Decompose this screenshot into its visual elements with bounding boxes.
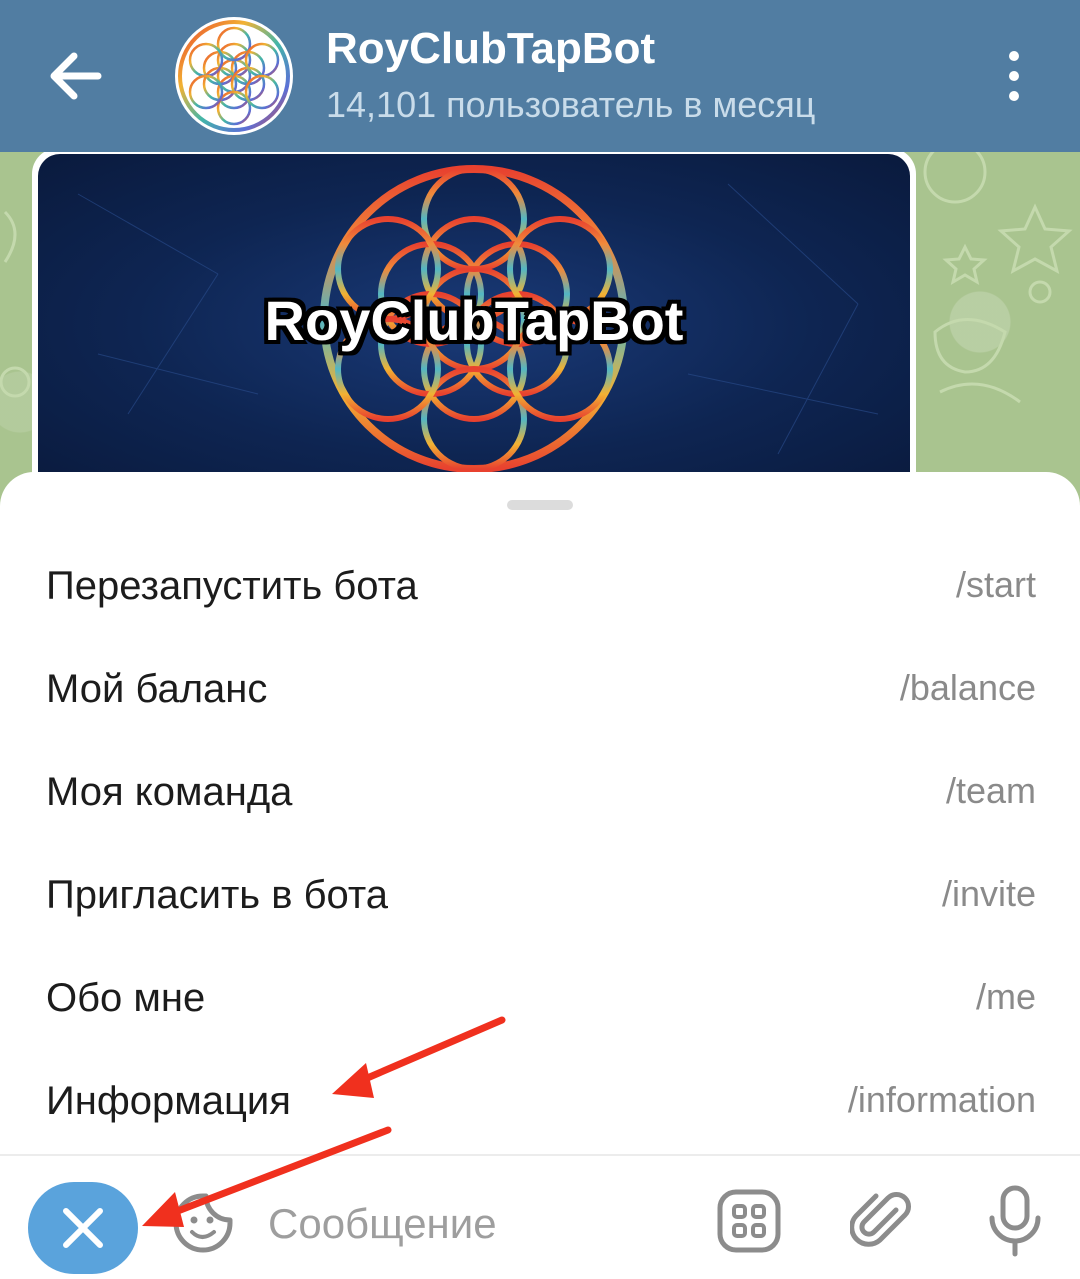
- sticker-button[interactable]: [170, 1190, 236, 1256]
- command-label: Моя команда: [46, 770, 293, 814]
- sheet-drag-handle[interactable]: [507, 500, 573, 510]
- sticker-icon: [173, 1193, 233, 1253]
- command-label: Информация: [46, 1079, 291, 1123]
- command-item-team[interactable]: Моя команда /team: [0, 740, 1080, 843]
- back-button[interactable]: [40, 40, 112, 112]
- more-vertical-icon: [1009, 51, 1019, 101]
- command-item-invite[interactable]: Пригласить в бота /invite: [0, 843, 1080, 946]
- message-bubble[interactable]: RoyClubTapBot: [32, 148, 916, 498]
- command-label: Перезапустить бота: [46, 564, 418, 608]
- close-icon: [63, 1208, 103, 1248]
- microphone-icon: [989, 1185, 1041, 1257]
- command-label: Обо мне: [46, 976, 206, 1020]
- arrow-left-icon: [50, 52, 102, 100]
- bot-avatar[interactable]: [175, 17, 293, 135]
- bot-commands-menu: Перезапустить бота /start Мой баланс /ba…: [0, 472, 1080, 1162]
- command-item-me[interactable]: Обо мне /me: [0, 946, 1080, 1049]
- command-code: /me: [975, 976, 1036, 1017]
- chat-subtitle: 14,101 пользователь в месяц: [326, 84, 816, 125]
- command-code: /team: [945, 770, 1036, 811]
- attach-button[interactable]: [849, 1188, 916, 1254]
- close-commands-button[interactable]: [28, 1182, 138, 1274]
- chat-title[interactable]: RoyClubTapBot: [326, 24, 655, 74]
- command-item-information[interactable]: Информация /information: [0, 1049, 1080, 1152]
- command-code: /balance: [899, 667, 1036, 708]
- message-input[interactable]: [268, 1194, 688, 1254]
- voice-message-button[interactable]: [982, 1184, 1048, 1258]
- chat-header: RoyClubTapBot 14,101 пользователь в меся…: [0, 0, 1080, 152]
- command-label: Пригласить в бота: [46, 873, 389, 917]
- bot-banner-image: RoyClubTapBot: [38, 154, 910, 494]
- divider: [0, 1154, 1080, 1156]
- paperclip-icon: [849, 1192, 911, 1247]
- command-code: /invite: [941, 873, 1036, 914]
- command-code: /start: [955, 564, 1036, 605]
- banner-title: RoyClubTapBot: [264, 289, 684, 352]
- bot-commands-icon: [717, 1189, 781, 1253]
- command-label: Мой баланс: [46, 667, 268, 711]
- message-input-bar: [0, 1158, 1080, 1279]
- flower-of-life-logo: [178, 20, 290, 132]
- command-code: /information: [847, 1079, 1036, 1120]
- more-options-button[interactable]: [990, 46, 1038, 106]
- command-item-start[interactable]: Перезапустить бота /start: [0, 534, 1080, 637]
- command-item-balance[interactable]: Мой баланс /balance: [0, 637, 1080, 740]
- bot-commands-button[interactable]: [716, 1188, 782, 1254]
